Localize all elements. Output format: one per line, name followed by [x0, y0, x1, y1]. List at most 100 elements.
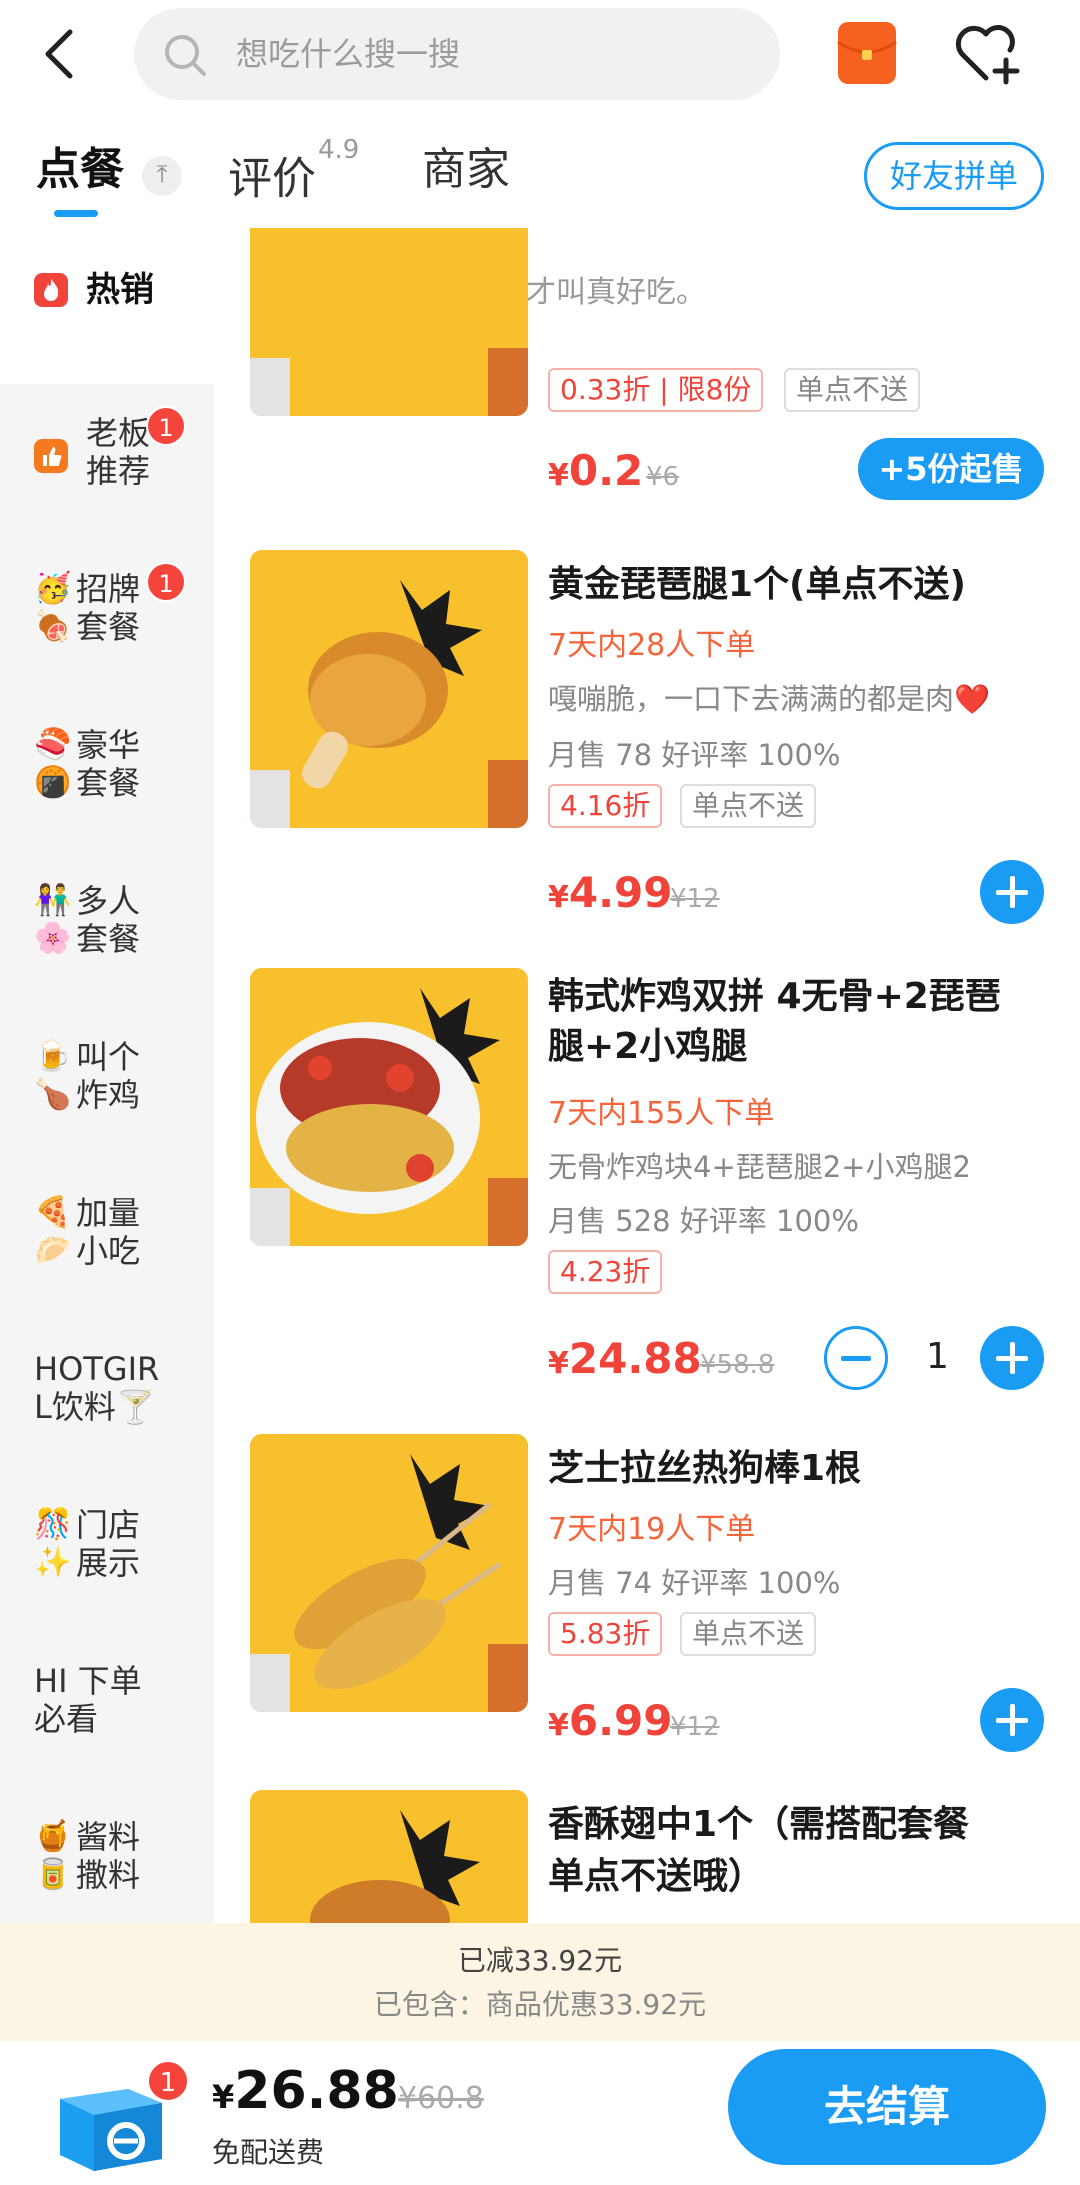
tab-active-indicator: [54, 210, 98, 217]
checkout-button[interactable]: 去结算: [728, 2049, 1046, 2165]
sidebar-item-group-set[interactable]: 👫 🌸 多人 套餐: [0, 852, 214, 1008]
sidebar-item-sauces[interactable]: 🍯 🥫 酱料 撒料: [0, 1788, 214, 1944]
sidebar-item-label: 豪华: [76, 726, 141, 764]
add-to-cart-button[interactable]: [980, 1326, 1044, 1390]
search-input[interactable]: 想吃什么搜一搜: [134, 8, 780, 100]
sidebar-item-store-display[interactable]: 🎊 ✨ 门店 展示: [0, 1476, 214, 1632]
product-price: ¥24.88: [548, 1334, 702, 1383]
original-total: ¥60.8: [398, 2081, 484, 2116]
favorite-heart-icon[interactable]: [952, 20, 1022, 86]
sidebar-item-label: 多人: [76, 882, 141, 920]
currency-symbol: ¥: [548, 1346, 569, 1381]
item-quantity: 1: [926, 1336, 949, 1377]
monthly-sales: 月售 528 好评率 100%: [548, 1204, 859, 1238]
red-packet-icon[interactable]: [836, 20, 898, 86]
product-name: 黄金琵琶腿1个(单点不送): [548, 564, 966, 605]
product-image: [250, 968, 528, 1246]
product-image: [250, 228, 528, 416]
tab-review-label: 评价: [228, 153, 316, 205]
sidebar-item-hot[interactable]: 热销: [0, 228, 214, 384]
sidebar-item-label: 门店: [76, 1506, 141, 1544]
product-name: 香酥翅中1个（需搭配套餐: [548, 1804, 970, 1845]
sidebar-item-boss-recommend[interactable]: 老板 推荐 1: [0, 384, 214, 540]
rice-cracker-icon: 🍘: [34, 765, 72, 800]
tab-review[interactable]: 评价4.9: [228, 135, 359, 206]
price-value: 4.99: [568, 868, 673, 917]
sidebar-item-signature-set[interactable]: 🥳 🍖 招牌 套餐 1: [0, 540, 214, 696]
sidebar-item-deluxe-set[interactable]: 🍣 🍘 豪华 套餐: [0, 696, 214, 852]
decrease-quantity-button[interactable]: [824, 1326, 888, 1390]
sidebar-item-label: 叫个: [76, 1038, 141, 1076]
currency-symbol: ¥: [548, 458, 569, 493]
add-to-cart-button[interactable]: [980, 860, 1044, 924]
honey-pot-icon: 🍯: [34, 1819, 72, 1854]
product-card[interactable]: 韩式炸鸡双拼 4无骨+2琵琶 腿+2小鸡腿 7天内155人下单 无骨炸鸡块4+琵…: [214, 968, 1080, 1438]
product-list[interactable]: 热销大家喜欢吃，才叫真好吃。 0.33折 | 限8份 单点不送 ¥0.2 ¥6 …: [214, 228, 1080, 1923]
confetti-icon: 🎊: [34, 1507, 72, 1542]
review-rating: 4.9: [318, 135, 360, 165]
sidebar-item-label: 必看: [34, 1700, 99, 1738]
min-buy-button[interactable]: +5份起售: [858, 438, 1044, 500]
product-image: [250, 1434, 528, 1712]
sidebar-badge: 1: [146, 406, 186, 446]
tab-store[interactable]: 商家: [422, 144, 510, 196]
sidebar-item-label: 招牌: [76, 570, 141, 608]
add-to-cart-button[interactable]: [980, 1688, 1044, 1752]
category-sidebar: 热销 老板 推荐 1 🥳 🍖 招牌 套餐 1 🍣 🍘 豪华 套餐 👫 🌸 多人 …: [0, 228, 214, 1923]
product-price: ¥0.2: [548, 446, 643, 495]
product-card[interactable]: 黄金琵琶腿1个(单点不送) 7天内28人下单 嘎嘣脆，一口下去满满的都是肉❤️ …: [214, 550, 1080, 1020]
group-order-button[interactable]: 好友拼单: [864, 142, 1044, 210]
product-name: 韩式炸鸡双拼 4无骨+2琵琶: [548, 976, 1001, 1017]
sidebar-item-fried-chicken[interactable]: 🍺 🍗 叫个 炸鸡: [0, 1008, 214, 1164]
currency-symbol: ¥: [212, 2078, 235, 2116]
original-price: ¥12: [670, 1712, 720, 1742]
original-price: ¥58.8: [700, 1350, 775, 1380]
total-value: 26.88: [234, 2061, 399, 2121]
sidebar-item-label: 老板: [86, 414, 151, 452]
sidebar-item-label: 撒料: [76, 1856, 141, 1894]
fire-icon: [34, 273, 68, 307]
recent-orders: 7天内155人下单: [548, 1096, 775, 1131]
sidebar-item-order-notice[interactable]: HI 下单 必看: [0, 1632, 214, 1788]
product-desc: 嘎嘣脆，一口下去满满的都是肉❤️: [548, 682, 991, 716]
sidebar-item-label: 套餐: [76, 764, 141, 802]
product-image: [250, 550, 528, 828]
meat-icon: 🍖: [34, 609, 72, 644]
sidebar-item-label: 酱料: [76, 1818, 141, 1856]
party-face-icon: 🥳: [34, 571, 72, 606]
product-card[interactable]: 香酥翅中1个（需搭配套餐 单点不送哦）: [214, 1790, 1080, 1923]
back-arrow-icon[interactable]: [36, 24, 86, 84]
product-price: ¥6.99: [548, 1696, 673, 1745]
sidebar-item-label: HI 下单: [34, 1662, 142, 1700]
tab-bar: 点餐 ⤒ 评价4.9 商家 好友拼单: [0, 118, 1080, 228]
monthly-sales: 月售 74 好评率 100%: [548, 1566, 841, 1600]
can-icon: 🥫: [34, 1857, 72, 1892]
sparkles-icon: ✨: [34, 1545, 72, 1580]
pin-top-icon[interactable]: ⤒: [142, 156, 182, 196]
sidebar-item-snacks[interactable]: 🍕 🥟 加量 小吃: [0, 1164, 214, 1320]
product-card[interactable]: 0.33折 | 限8份 单点不送 ¥0.2 ¥6 +5份起售: [214, 228, 1080, 500]
blossom-icon: 🌸: [34, 921, 72, 956]
tab-order[interactable]: 点餐: [36, 144, 124, 196]
price-value: 24.88: [568, 1334, 702, 1383]
recent-orders: 7天内19人下单: [548, 1512, 756, 1547]
cart-count-badge: 1: [146, 2059, 190, 2103]
original-price: ¥12: [670, 884, 720, 914]
price-value: 0.2: [568, 446, 644, 495]
product-card[interactable]: 芝士拉丝热狗棒1根 7天内19人下单 月售 74 好评率 100% 5.83折 …: [214, 1434, 1080, 1794]
price-value: 6.99: [568, 1696, 673, 1745]
dumpling-icon: 🥟: [34, 1233, 72, 1268]
sidebar-item-drinks[interactable]: HOTGIR L饮料🍸: [0, 1320, 214, 1476]
original-price: ¥6: [646, 462, 680, 492]
pizza-icon: 🍕: [34, 1195, 72, 1230]
no-single-delivery-tag: 单点不送: [680, 784, 817, 828]
sidebar-item-label: 热销: [86, 270, 154, 310]
product-price: ¥4.99: [548, 868, 673, 917]
sidebar-item-label: 套餐: [76, 608, 141, 646]
sidebar-badge: 1: [146, 562, 186, 602]
product-desc: 无骨炸鸡块4+琵琶腿2+小鸡腿2: [548, 1150, 971, 1184]
couple-icon: 👫: [34, 883, 72, 918]
sidebar-item-label: HOTGIR: [34, 1350, 160, 1388]
recent-orders: 7天内28人下单: [548, 628, 756, 663]
currency-symbol: ¥: [548, 880, 569, 915]
